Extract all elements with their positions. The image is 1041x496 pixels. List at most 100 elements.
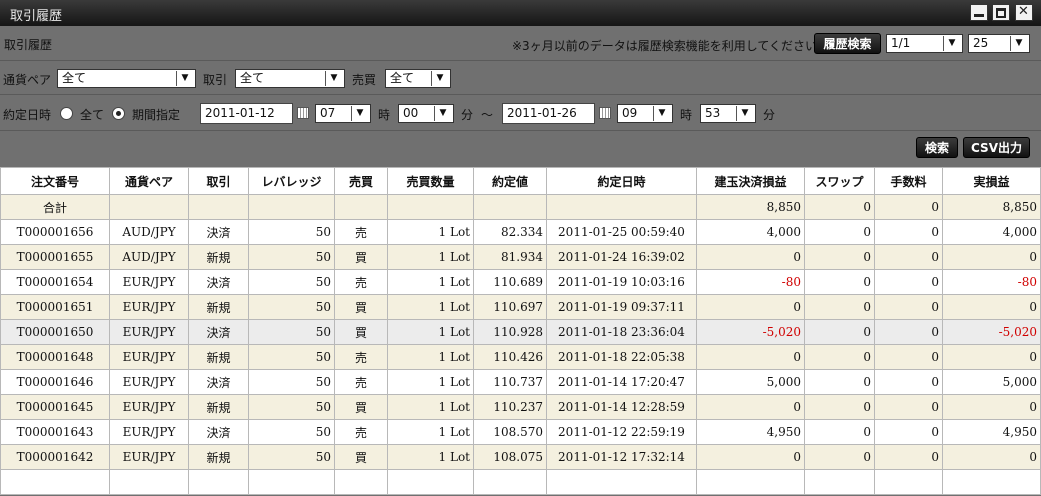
table-cell: 新規	[188, 344, 249, 370]
table-cell: T000001646	[0, 369, 110, 395]
calendar-icon[interactable]	[297, 107, 309, 119]
table-row[interactable]: T000001654 EUR/JPY 決済 50 売 1 Lot 110.689 2011-0…	[0, 269, 1041, 295]
table-row[interactable]: T000001651 EUR/JPY 新規 50 買 1 Lot 110.697 2011-0…	[0, 294, 1041, 320]
calendar-icon[interactable]	[599, 107, 611, 119]
column-header[interactable]: 手数料	[874, 167, 943, 195]
side-select[interactable]: 全て ▼	[385, 69, 451, 88]
table-cell: T000001655	[0, 244, 110, 270]
column-header[interactable]: スワップ	[804, 167, 875, 195]
history-search-button[interactable]: 履歴検索	[814, 33, 881, 54]
table-row[interactable]: T000001643 EUR/JPY 決済 50 売 1 Lot 108.570 2011-0…	[0, 419, 1041, 445]
table-cell: EUR/JPY	[109, 294, 189, 320]
table-cell: 新規	[188, 294, 249, 320]
table-row[interactable]: T000001650 EUR/JPY 決済 50 買 1 Lot 110.928 2011-0…	[0, 319, 1041, 345]
to-min-select[interactable]: 53 ▼	[700, 104, 756, 123]
table-cell: 決済	[188, 269, 249, 295]
table-cell: 1 Lot	[387, 319, 474, 345]
table-cell: 2011-01-14 17:20:47	[546, 369, 697, 395]
table-cell: 1 Lot	[387, 344, 474, 370]
table-cell: 決済	[188, 369, 249, 395]
radio-period[interactable]	[112, 107, 125, 120]
table-cell: 2011-01-25 00:59:40	[546, 219, 697, 245]
table-cell: 2011-01-12 22:59:19	[546, 419, 697, 445]
table-cell: 0	[696, 394, 805, 420]
table-cell: 0	[942, 394, 1041, 420]
trade-select[interactable]: 全て ▼	[235, 69, 345, 88]
total-cell: 8,850	[696, 194, 805, 220]
table-row[interactable]: T000001645 EUR/JPY 新規 50 買 1 Lot 110.237 2011-0…	[0, 394, 1041, 420]
table-cell: 1 Lot	[387, 244, 474, 270]
table-cell: 50	[248, 444, 335, 470]
from-min-select[interactable]: 00 ▼	[398, 104, 454, 123]
chevron-down-icon: ▼	[351, 106, 368, 121]
empty-row	[0, 469, 1041, 495]
table-cell: 50	[248, 269, 335, 295]
table-cell: 82.334	[473, 219, 547, 245]
column-header[interactable]: 約定日時	[546, 167, 697, 195]
total-cell	[334, 194, 388, 220]
table-cell	[387, 469, 474, 495]
from-hour-select[interactable]: 07 ▼	[315, 104, 371, 123]
column-header[interactable]: 約定値	[473, 167, 547, 195]
table-cell: 売	[334, 219, 388, 245]
maximize-icon[interactable]	[992, 4, 1010, 21]
column-header[interactable]: 通貨ペア	[109, 167, 189, 195]
per-page-select[interactable]: 25 ▼	[968, 34, 1030, 53]
table-row[interactable]: T000001642 EUR/JPY 新規 50 買 1 Lot 108.075 2011-0…	[0, 444, 1041, 470]
table-cell: 決済	[188, 319, 249, 345]
close-icon[interactable]	[1015, 4, 1033, 21]
table-cell: 50	[248, 419, 335, 445]
search-button[interactable]: 検索	[916, 137, 958, 158]
table-row[interactable]: T000001648 EUR/JPY 新規 50 売 1 Lot 110.426 2011-0…	[0, 344, 1041, 370]
page-select-value: 1/1	[891, 36, 911, 50]
table-cell	[109, 469, 189, 495]
table-cell: 2011-01-19 09:37:11	[546, 294, 697, 320]
table-cell: 108.570	[473, 419, 547, 445]
column-header[interactable]: レバレッジ	[248, 167, 335, 195]
chevron-down-icon: ▼	[653, 106, 670, 121]
table-cell: 110.689	[473, 269, 547, 295]
table-cell: 0	[804, 319, 875, 345]
column-header[interactable]: 取引	[188, 167, 249, 195]
table-cell: 買	[334, 394, 388, 420]
from-date-input[interactable]: 2011-01-12	[200, 103, 293, 124]
table-row[interactable]: T000001655 AUD/JPY 新規 50 買 1 Lot 81.934 2011-01…	[0, 244, 1041, 270]
side-label: 売買	[352, 73, 377, 87]
radio-all[interactable]	[60, 107, 73, 120]
table-cell: 新規	[188, 244, 249, 270]
window-title: 取引履歴	[10, 9, 63, 24]
to-hour-select[interactable]: 09 ▼	[617, 104, 673, 123]
table-row[interactable]: T000001646 EUR/JPY 決済 50 売 1 Lot 110.737 2011-0…	[0, 369, 1041, 395]
page-select[interactable]: 1/1 ▼	[886, 34, 963, 53]
hour-unit: 時	[680, 108, 693, 122]
column-header[interactable]: 売買	[334, 167, 388, 195]
table-cell: 4,950	[942, 419, 1041, 445]
table-cell: 110.928	[473, 319, 547, 345]
table-cell: 0	[874, 369, 943, 395]
table-row[interactable]: T000001656 AUD/JPY 決済 50 売 1 Lot 82.334 2011-01…	[0, 219, 1041, 245]
table-cell: T000001654	[0, 269, 110, 295]
column-header[interactable]: 売買数量	[387, 167, 474, 195]
table-cell: 1 Lot	[387, 219, 474, 245]
table-cell	[473, 469, 547, 495]
table-cell: 2011-01-18 22:05:38	[546, 344, 697, 370]
title-bar[interactable]: 取引履歴	[0, 0, 1041, 26]
minimize-icon[interactable]	[970, 4, 988, 21]
column-header[interactable]: 実損益	[942, 167, 1041, 195]
column-header[interactable]: 注文番号	[0, 167, 110, 195]
table-cell: 買	[334, 244, 388, 270]
table-header-row: 注文番号 通貨ペア 取引 レバレッジ 売買 売買数量 約定値 約定日時 建玉決済損益 スワップ 手数…	[0, 167, 1041, 195]
table-cell: EUR/JPY	[109, 369, 189, 395]
pair-select[interactable]: 全て ▼	[57, 69, 196, 88]
total-cell	[473, 194, 547, 220]
table-cell: -80	[942, 269, 1041, 295]
table-cell: 0	[942, 244, 1041, 270]
total-cell	[387, 194, 474, 220]
table-cell: 0	[804, 394, 875, 420]
table-cell: 1 Lot	[387, 394, 474, 420]
to-hour-value: 09	[622, 106, 638, 120]
csv-export-button[interactable]: CSV出力	[963, 137, 1030, 158]
to-date-input[interactable]: 2011-01-26	[502, 103, 595, 124]
column-header[interactable]: 建玉決済損益	[696, 167, 805, 195]
table-cell: 81.934	[473, 244, 547, 270]
